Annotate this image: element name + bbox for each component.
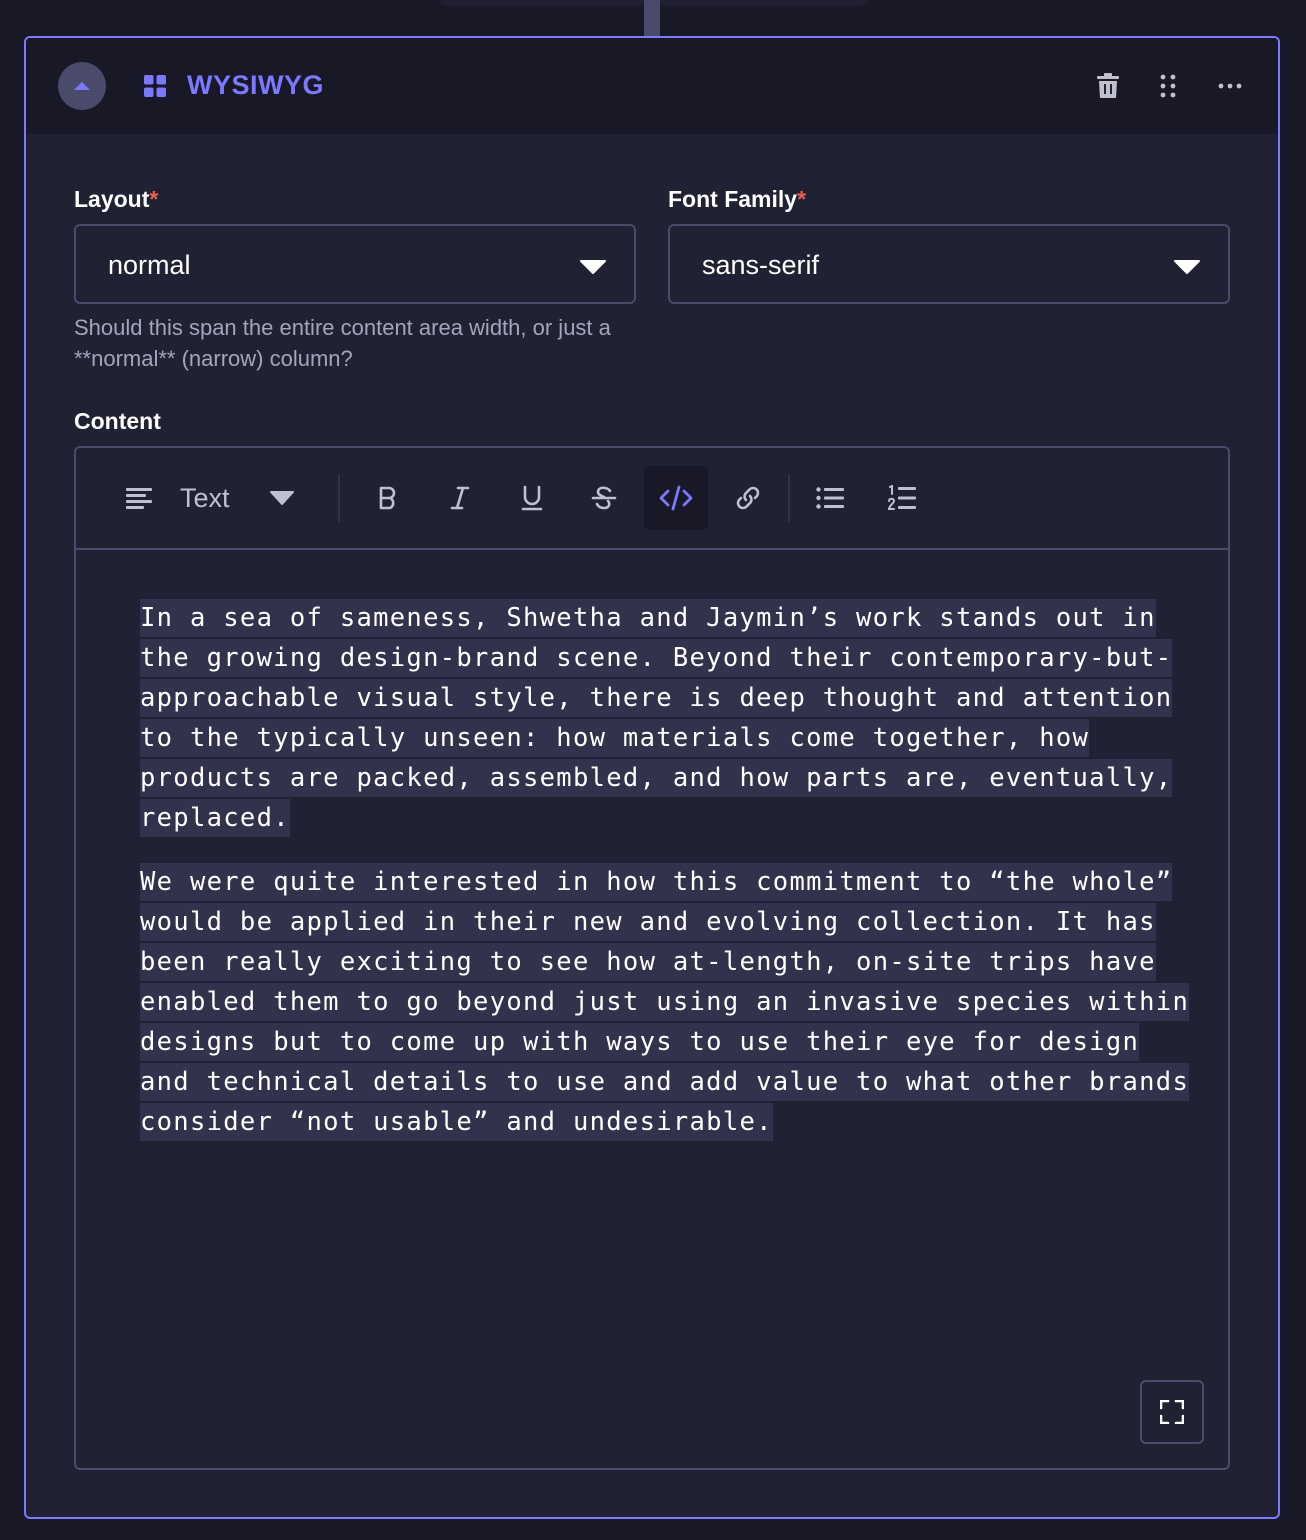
collapse-button[interactable] bbox=[58, 62, 106, 110]
chevron-up-icon bbox=[74, 82, 90, 90]
layout-label: Layout* bbox=[74, 186, 159, 212]
layout-select[interactable]: normal bbox=[74, 224, 636, 304]
expand-icon bbox=[1160, 1400, 1184, 1424]
toolbar-divider bbox=[338, 474, 340, 522]
caret-down-icon[interactable] bbox=[270, 491, 294, 505]
font-family-select[interactable]: sans-serif bbox=[668, 224, 1230, 304]
rich-text-editor: Text In a sea of sameness, Shwetha and J… bbox=[74, 446, 1230, 1470]
code-button[interactable] bbox=[644, 466, 708, 530]
more-icon bbox=[1218, 83, 1242, 89]
bullet-list-icon bbox=[816, 487, 844, 509]
grid-icon bbox=[144, 75, 166, 97]
content-label: Content bbox=[74, 408, 161, 434]
underline-icon bbox=[521, 485, 543, 511]
toolbar-divider bbox=[788, 474, 790, 522]
link-button[interactable] bbox=[716, 466, 780, 530]
italic-icon bbox=[450, 486, 470, 510]
font-family-label: Font Family* bbox=[668, 186, 807, 212]
wysiwyg-component-card: WYSIWYG Layout* normal Should this span … bbox=[24, 36, 1280, 1519]
bold-icon bbox=[379, 486, 396, 510]
strikethrough-icon bbox=[591, 486, 617, 510]
editor-content[interactable]: In a sea of sameness, Shwetha and Jaymin… bbox=[140, 598, 1200, 1166]
component-header[interactable]: WYSIWYG bbox=[26, 38, 1278, 134]
link-icon bbox=[736, 486, 760, 510]
bullet-list-button[interactable] bbox=[798, 466, 862, 530]
italic-button[interactable] bbox=[428, 466, 492, 530]
font-family-select-value: sans-serif bbox=[702, 250, 820, 280]
underline-button[interactable] bbox=[500, 466, 564, 530]
layout-select-value: normal bbox=[108, 250, 191, 280]
required-mark: * bbox=[149, 186, 159, 212]
content-paragraph: We were quite interested in how this com… bbox=[140, 862, 1200, 1142]
content-paragraph: In a sea of sameness, Shwetha and Jaymin… bbox=[140, 598, 1200, 838]
drag-handle-button[interactable] bbox=[1148, 66, 1188, 106]
block-type-select[interactable]: Text bbox=[180, 483, 230, 514]
strikethrough-button[interactable] bbox=[572, 466, 636, 530]
trash-icon bbox=[1097, 73, 1119, 98]
code-icon bbox=[659, 485, 693, 511]
connector-stem bbox=[644, 0, 660, 38]
caret-down-icon bbox=[580, 260, 606, 274]
text-align-icon bbox=[126, 488, 152, 509]
delete-button[interactable] bbox=[1088, 66, 1128, 106]
caret-down-icon bbox=[1174, 260, 1200, 274]
fullscreen-button[interactable] bbox=[1140, 1380, 1204, 1444]
more-button[interactable] bbox=[1210, 66, 1250, 106]
component-title: WYSIWYG bbox=[187, 70, 324, 100]
numbered-list-icon bbox=[888, 485, 916, 510]
layout-hint: Should this span the entire content area… bbox=[74, 315, 611, 371]
editor-toolbar: Text bbox=[76, 448, 1228, 550]
bold-button[interactable] bbox=[356, 466, 420, 530]
drag-handle-icon bbox=[1160, 74, 1176, 98]
required-mark: * bbox=[797, 186, 807, 212]
numbered-list-button[interactable] bbox=[870, 466, 934, 530]
